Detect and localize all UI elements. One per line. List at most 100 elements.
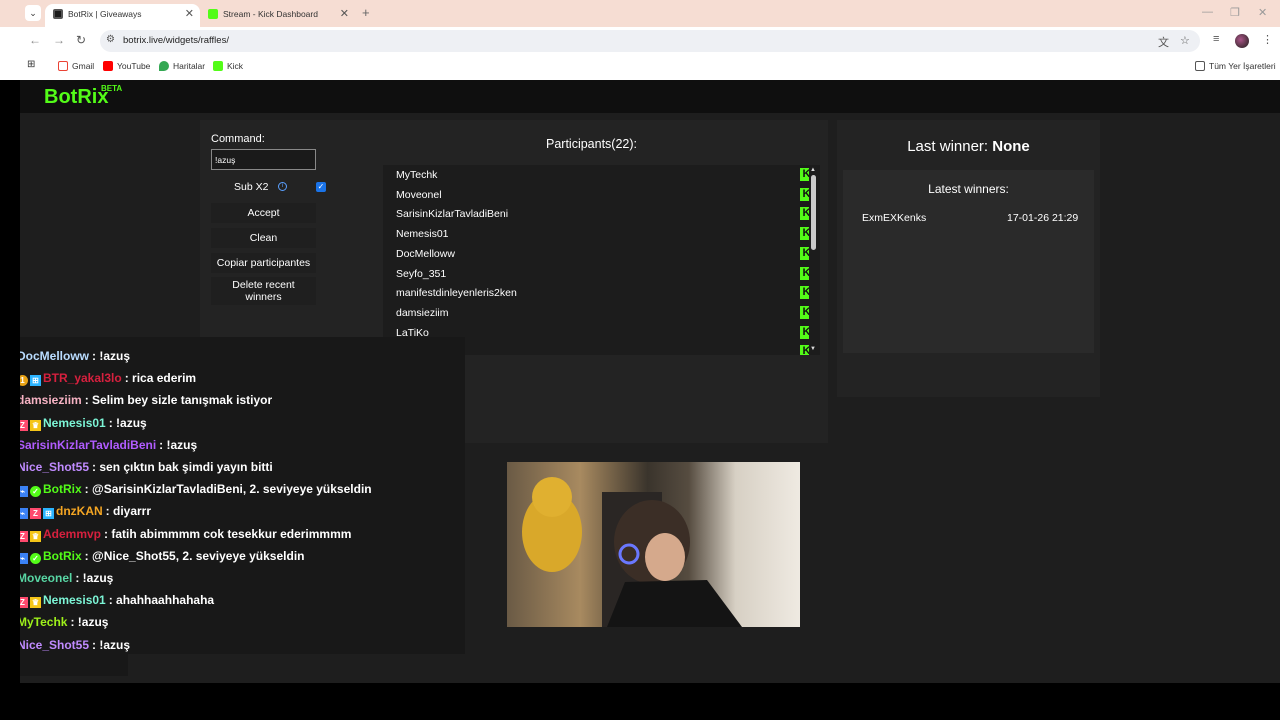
google-icon bbox=[58, 61, 68, 71]
participants-title: Participants(22): bbox=[546, 137, 638, 151]
command-input[interactable]: !azuş bbox=[211, 149, 316, 170]
chat-message: SarisinKizlarTavladiBeni: !azuş bbox=[20, 433, 465, 456]
chat-username[interactable]: BotRix bbox=[43, 549, 82, 563]
apps-grid-icon[interactable]: ⊞ bbox=[27, 59, 35, 70]
chat-overlay: DocMelloww: !azuş 1 ⊞ BTR_yakal3lo: rica ed… bbox=[20, 337, 465, 654]
participant-row[interactable]: damsieziim K bbox=[396, 303, 809, 323]
chat-username[interactable]: BTR_yakal3lo bbox=[43, 371, 122, 385]
scrollbar-thumb[interactable] bbox=[811, 175, 816, 250]
back-icon[interactable]: ← bbox=[29, 33, 41, 47]
close-window-icon[interactable]: ✕ bbox=[1258, 6, 1267, 19]
translate-icon[interactable]: 文 bbox=[1158, 34, 1169, 50]
new-tab-icon[interactable]: + bbox=[362, 5, 370, 20]
participant-name: Seyfo_351 bbox=[396, 267, 447, 280]
chat-message-content: ⌁ Z ⊞ dnzKAN: diyarrr bbox=[20, 504, 151, 520]
bookmark-label: Kick bbox=[227, 61, 244, 71]
bookmark-gmail[interactable]: Gmail bbox=[58, 61, 94, 71]
botrix-favicon-icon bbox=[53, 9, 63, 19]
chat-message: Z ♛ Ademmvp: fatih abimmmm cok tesekkur ed… bbox=[20, 522, 465, 545]
chat-username[interactable]: Nice_Shot55 bbox=[20, 460, 89, 474]
minimize-icon[interactable]: — bbox=[1202, 6, 1213, 18]
menu-icon[interactable]: ⋮ bbox=[1262, 33, 1273, 46]
bookmark-maps[interactable]: Haritalar bbox=[159, 61, 205, 71]
chat-username[interactable]: Moveonel bbox=[20, 571, 72, 585]
chat-username[interactable]: BotRix bbox=[43, 482, 82, 496]
all-bookmarks[interactable]: Tüm Yer İşaretleri bbox=[1195, 61, 1276, 71]
chat-username[interactable]: damsieziim bbox=[20, 393, 82, 407]
sub-x2-checkbox[interactable]: ✓ bbox=[316, 182, 326, 192]
forward-icon[interactable]: → bbox=[53, 33, 65, 47]
site-settings-icon[interactable]: ⚙ bbox=[106, 34, 115, 45]
url-text[interactable]: botrix.live/widgets/raffles/ bbox=[123, 35, 229, 46]
chat-username[interactable]: Ademmvp bbox=[43, 527, 101, 541]
accept-button[interactable]: Accept bbox=[211, 203, 316, 223]
address-bar[interactable]: ⚙ botrix.live/widgets/raffles/ 文 ☆ bbox=[100, 30, 1200, 52]
chat-username[interactable]: Nice_Shot55 bbox=[20, 638, 89, 652]
crown-icon: ♛ bbox=[30, 419, 41, 431]
bookmark-label: Gmail bbox=[72, 61, 95, 71]
delete-recent-winners-button[interactable]: Delete recent winners bbox=[211, 277, 316, 305]
chat-username[interactable]: DocMelloww bbox=[20, 349, 89, 363]
bookmark-label: Haritalar bbox=[173, 61, 206, 71]
participant-row[interactable]: MyTechk K bbox=[396, 165, 809, 185]
bookmark-star-icon[interactable]: ☆ bbox=[1180, 34, 1190, 47]
participant-row[interactable]: Nemesis01 K bbox=[396, 224, 809, 244]
chat-text: : !azuş bbox=[92, 349, 131, 363]
participant-name: DocMelloww bbox=[396, 247, 455, 260]
chat-text: : ahahhaahhahaha bbox=[108, 593, 215, 608]
botrix-logo[interactable]: BotRix bbox=[44, 86, 108, 109]
participant-row[interactable]: Moveonel K bbox=[396, 185, 809, 205]
bookmark-youtube[interactable]: YouTube bbox=[103, 61, 150, 71]
chat-message-content: 1 ⊞ BTR_yakal3lo: rica ederim bbox=[20, 371, 196, 387]
beta-badge: BETA bbox=[101, 84, 123, 93]
participant-name: damsieziim bbox=[396, 306, 449, 319]
tab-kick-dashboard[interactable]: Stream - Kick Dashboard ✕ bbox=[200, 4, 355, 27]
clean-button[interactable]: Clean bbox=[211, 228, 316, 248]
sub-icon: ⊞ bbox=[43, 508, 54, 520]
chat-message: Moveonel: !azuş bbox=[20, 567, 465, 589]
participants-scrollbar[interactable]: ▲ ▼ bbox=[809, 165, 820, 355]
last-winner-label: Last winner: bbox=[907, 138, 989, 155]
chat-username[interactable]: MyTechk bbox=[20, 615, 67, 629]
chat-username[interactable]: SarisinKizlarTavladiBeni bbox=[20, 438, 156, 452]
profile-avatar[interactable] bbox=[1235, 34, 1249, 48]
chat-message-content: Z ♛ Ademmvp: fatih abimmmm cok tesekkur ed… bbox=[20, 527, 351, 542]
scroll-up-icon[interactable]: ▲ bbox=[810, 167, 816, 173]
bot-icon: ⌁ bbox=[20, 508, 28, 520]
tab-title: BotRix | Giveaways bbox=[68, 9, 142, 19]
participant-row[interactable]: Seyfo_351 K bbox=[396, 264, 809, 284]
chat-username[interactable]: dnzKAN bbox=[56, 504, 103, 518]
tab-search-icon[interactable]: ⌄ bbox=[25, 5, 41, 21]
copy-participants-button[interactable]: Copiar participantes bbox=[211, 253, 316, 273]
participant-row[interactable]: DocMelloww K bbox=[396, 244, 809, 264]
participant-name: Moveonel bbox=[396, 188, 442, 201]
participant-row[interactable]: SarisinKizlarTavladiBeni K bbox=[396, 204, 809, 224]
close-tab-icon[interactable]: ✕ bbox=[340, 7, 349, 20]
chat-username[interactable]: Nemesis01 bbox=[43, 416, 106, 430]
chat-text: : !azuş bbox=[159, 437, 198, 452]
bot-icon: ⌁ bbox=[20, 486, 28, 498]
verified-icon: ✓ bbox=[30, 552, 41, 564]
chat-message-content: Moveonel: !azuş bbox=[20, 571, 113, 585]
participants-list[interactable]: MyTechk K Moveonel K SarisinKizlarTavladiB… bbox=[383, 165, 809, 355]
chat-message: ⌁ Z ⊞ dnzKAN: diyarrr bbox=[20, 500, 465, 523]
participant-row[interactable]: manifestdinleyenleris2ken K bbox=[396, 283, 809, 303]
bookmarks-bar: ⊞ Gmail YouTube Haritalar Kick Tüm Yer İ… bbox=[0, 55, 1280, 79]
info-icon[interactable]: i bbox=[278, 182, 287, 191]
teddy-bear-head bbox=[532, 477, 572, 517]
winner-name: ExmEXKenks bbox=[862, 212, 927, 224]
chat-message: 1 ⊞ BTR_yakal3lo: rica ederim bbox=[20, 367, 465, 390]
kick-icon bbox=[213, 61, 223, 71]
kick-platform-icon: K bbox=[800, 266, 809, 280]
media-controls-icon[interactable]: ≡ bbox=[1213, 33, 1219, 45]
scroll-down-icon[interactable]: ▼ bbox=[810, 346, 816, 352]
bookmark-kick[interactable]: Kick bbox=[213, 61, 243, 71]
chat-username[interactable]: Nemesis01 bbox=[43, 593, 106, 607]
sub-icon: ⊞ bbox=[30, 375, 41, 387]
close-tab-icon[interactable]: ✕ bbox=[185, 7, 194, 20]
tab-botrix[interactable]: BotRix | Giveaways ✕ bbox=[45, 4, 200, 27]
reload-icon[interactable]: ↻ bbox=[76, 33, 86, 47]
restore-icon[interactable]: ❐ bbox=[1230, 6, 1240, 19]
chat-message: Z ♛ Nemesis01: ahahhaahhahaha bbox=[20, 589, 465, 612]
chat-text: : !azuş bbox=[108, 415, 147, 430]
